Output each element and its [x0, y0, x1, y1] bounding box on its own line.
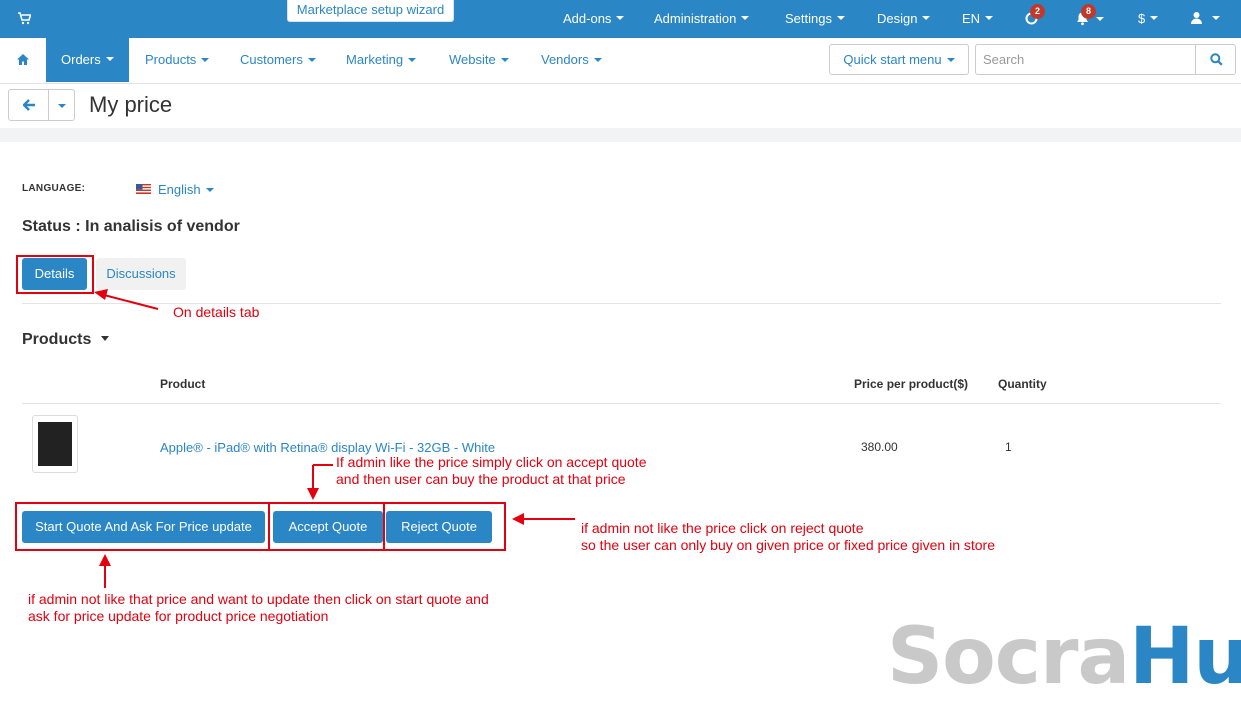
details-tab-note: On details tab [173, 304, 260, 320]
language-selector[interactable]: English [158, 182, 214, 197]
chevron-down-icon [205, 188, 214, 192]
nav-customers-label: Customers [240, 52, 303, 67]
chevron-down-icon [105, 57, 114, 61]
chevron-down-icon [836, 16, 845, 20]
top-bar: Marketplace setup wizard Add-ons Adminis… [0, 0, 1241, 38]
user-icon [1191, 12, 1202, 24]
reject-quote-note-line1: if admin not like the price click on rej… [581, 520, 864, 536]
nav-products-label: Products [145, 52, 197, 67]
accept-quote-highlight [268, 502, 385, 551]
back-dropdown-button[interactable] [48, 89, 75, 121]
updates-button[interactable]: 2 [1024, 4, 1045, 27]
search-icon [1210, 53, 1223, 66]
column-header-price: Price per product($) [854, 377, 969, 391]
nav-orders-label: Orders [61, 52, 101, 67]
user-menu[interactable] [1190, 11, 1220, 27]
search-input[interactable] [975, 44, 1196, 75]
page-title: My price [89, 92, 173, 117]
quick-start-label: Quick start menu [843, 52, 942, 67]
action-buttons-highlight [15, 502, 506, 551]
tab-discussions[interactable]: Discussions [96, 258, 186, 290]
language-menu[interactable]: EN [962, 11, 994, 26]
start-quote-note-line1: if admin not like that price and want to… [28, 591, 489, 607]
chevron-down-icon [201, 58, 210, 62]
quick-start-menu-button[interactable]: Quick start menu [829, 44, 969, 75]
currency-menu-label: $ [1138, 11, 1146, 26]
nav-vendors-label: Vendors [541, 52, 589, 67]
table-header-divider [22, 403, 1221, 404]
us-flag-icon [136, 184, 151, 194]
chevron-down-icon [307, 58, 316, 62]
nav-website[interactable]: Website [449, 38, 509, 82]
chevron-down-icon [1211, 16, 1220, 20]
design-menu[interactable]: Design [877, 11, 931, 26]
product-thumbnail [32, 415, 78, 473]
products-heading: Products [22, 331, 92, 348]
chevron-down-icon [922, 16, 931, 20]
nav-website-label: Website [449, 52, 496, 67]
chevron-down-icon [1096, 17, 1104, 21]
home-button[interactable] [0, 38, 46, 82]
settings-menu-label: Settings [785, 11, 832, 26]
product-name-link[interactable]: Apple® - iPad® with Retina® display Wi-F… [160, 440, 495, 455]
administration-menu[interactable]: Administration [654, 11, 750, 26]
products-section-toggle[interactable]: Products [22, 331, 110, 349]
updates-badge: 2 [1030, 4, 1045, 19]
language-menu-label: EN [962, 11, 981, 26]
product-price: 380.00 [861, 440, 898, 454]
watermark-part2: Hub [1129, 612, 1241, 702]
chevron-down-icon [58, 104, 66, 108]
language-label: LANGUAGE: [22, 183, 86, 194]
quote-status: Status : In analisis of vendor [22, 218, 240, 235]
arrow-left-icon [23, 99, 35, 111]
main-nav: Orders Products Customers Marketing Webs… [0, 38, 1241, 84]
chevron-down-icon [741, 16, 750, 20]
search-button[interactable] [1195, 44, 1236, 75]
column-header-product: Product [160, 377, 206, 391]
chevron-down-icon [500, 58, 509, 62]
design-menu-label: Design [877, 11, 918, 26]
chevron-down-icon [946, 58, 955, 62]
accept-quote-note-line1: If admin like the price simply click on … [336, 454, 647, 470]
nav-customers[interactable]: Customers [240, 38, 316, 82]
currency-menu[interactable]: $ [1138, 11, 1159, 26]
section-separator [0, 128, 1241, 142]
reject-quote-note-line2: so the user can only buy on given price … [581, 537, 996, 553]
product-quantity: 1 [1005, 440, 1012, 454]
chevron-down-icon [408, 58, 417, 62]
marketplace-setup-wizard-button[interactable]: Marketplace setup wizard [287, 0, 454, 22]
chevron-down-icon [1150, 16, 1159, 20]
details-tab-highlight [16, 255, 94, 294]
nav-marketing[interactable]: Marketing [346, 38, 417, 82]
title-bar: My price [0, 85, 1241, 128]
nav-products[interactable]: Products [145, 38, 210, 82]
start-quote-note-line2: ask for price update for product price n… [28, 608, 329, 624]
addons-menu-label: Add-ons [563, 11, 612, 26]
chevron-down-icon [985, 16, 994, 20]
column-header-quantity: Quantity [998, 377, 1047, 391]
nav-vendors[interactable]: Vendors [541, 38, 602, 82]
nav-orders[interactable]: Orders [46, 38, 129, 82]
addons-menu[interactable]: Add-ons [563, 11, 625, 26]
administration-menu-label: Administration [654, 11, 737, 26]
settings-menu[interactable]: Settings [785, 11, 845, 26]
cart-icon[interactable] [17, 11, 31, 25]
chevron-down-icon [101, 336, 110, 341]
accept-quote-note-line2: and then user can buy the product at tha… [336, 471, 626, 487]
language-value: English [158, 182, 201, 197]
chevron-down-icon [593, 58, 602, 62]
notifications-button[interactable]: 8 [1075, 4, 1104, 27]
watermark-part1: Socra [887, 612, 1130, 702]
nav-marketing-label: Marketing [346, 52, 404, 67]
chevron-down-icon [616, 16, 625, 20]
notifications-badge: 8 [1081, 4, 1096, 19]
back-button[interactable] [8, 89, 49, 121]
home-icon [17, 54, 29, 65]
socrahub-watermark: SocraHub [887, 612, 1241, 702]
